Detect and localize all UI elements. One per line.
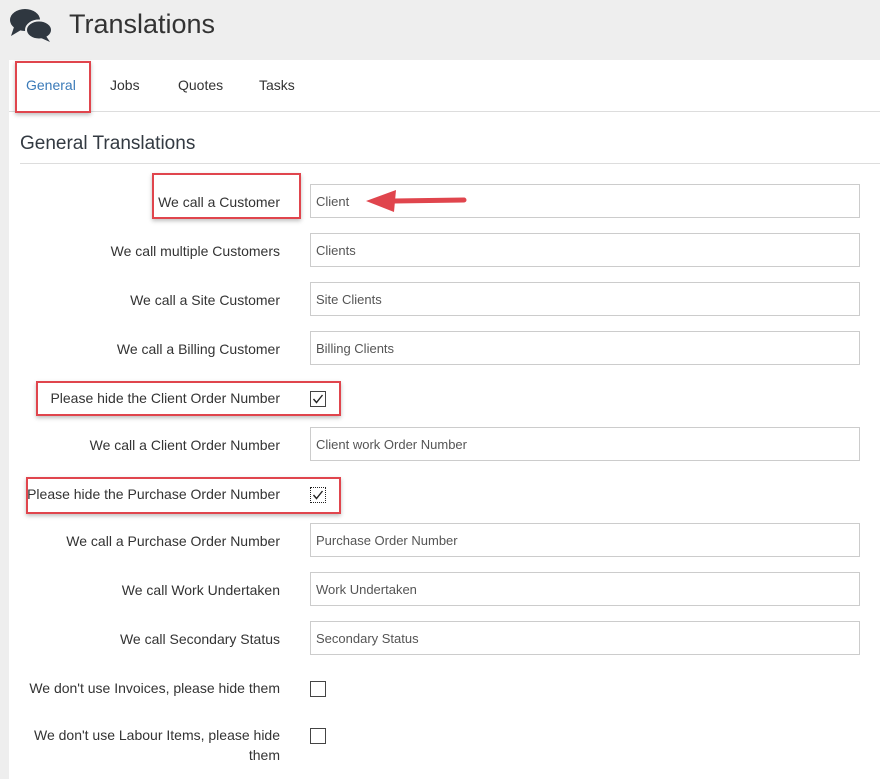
work-undertaken-input[interactable] <box>310 572 860 606</box>
billing-customer-input[interactable] <box>310 331 860 365</box>
hide-labour-items-label: We don't use Labour Items, please hide t… <box>33 727 280 763</box>
site-customer-input[interactable] <box>310 282 860 316</box>
tab-tasks[interactable]: Tasks <box>259 77 295 93</box>
hide-purchase-order-number-label: Please hide the Purchase Order Number <box>27 486 280 502</box>
section-title: General Translations <box>20 133 196 154</box>
multiple-customers-input[interactable] <box>310 233 860 267</box>
hide-client-order-number-checkbox[interactable] <box>310 391 326 407</box>
work-undertaken-label: We call Work Undertaken <box>121 582 280 598</box>
purchase-order-number-label: We call a Purchase Order Number <box>66 533 280 549</box>
section-divider <box>20 163 880 164</box>
left-sidebar-strip <box>0 60 9 779</box>
checkmark-icon <box>312 490 324 500</box>
checkmark-icon <box>312 394 324 404</box>
site-customer-label: We call a Site Customer <box>130 292 280 308</box>
billing-customer-label: We call a Billing Customer <box>116 341 280 357</box>
hide-invoices-label: We don't use Invoices, please hide them <box>29 680 280 696</box>
tab-quotes[interactable]: Quotes <box>178 77 223 93</box>
hide-purchase-order-number-checkbox[interactable] <box>310 487 326 503</box>
red-arrow-annotation <box>366 190 467 212</box>
tab-general[interactable]: General <box>26 77 76 93</box>
hide-client-order-number-label: Please hide the Client Order Number <box>50 390 280 406</box>
page-title: Translations <box>69 9 216 39</box>
chat-bubbles-icon <box>10 9 53 42</box>
client-order-number-label: We call a Client Order Number <box>89 437 280 453</box>
hide-labour-items-checkbox[interactable] <box>310 728 326 744</box>
hide-invoices-checkbox[interactable] <box>310 681 326 697</box>
main-content <box>9 60 880 779</box>
purchase-order-number-input[interactable] <box>310 523 860 557</box>
tabs-divider <box>9 111 880 112</box>
client-order-number-input[interactable] <box>310 427 860 461</box>
secondary-status-input[interactable] <box>310 621 860 655</box>
header-bar: Translations <box>0 0 880 60</box>
customer-label: We call a Customer <box>158 194 280 210</box>
multiple-customers-label: We call multiple Customers <box>110 243 280 259</box>
secondary-status-label: We call Secondary Status <box>119 631 280 647</box>
tab-jobs[interactable]: Jobs <box>110 77 140 93</box>
